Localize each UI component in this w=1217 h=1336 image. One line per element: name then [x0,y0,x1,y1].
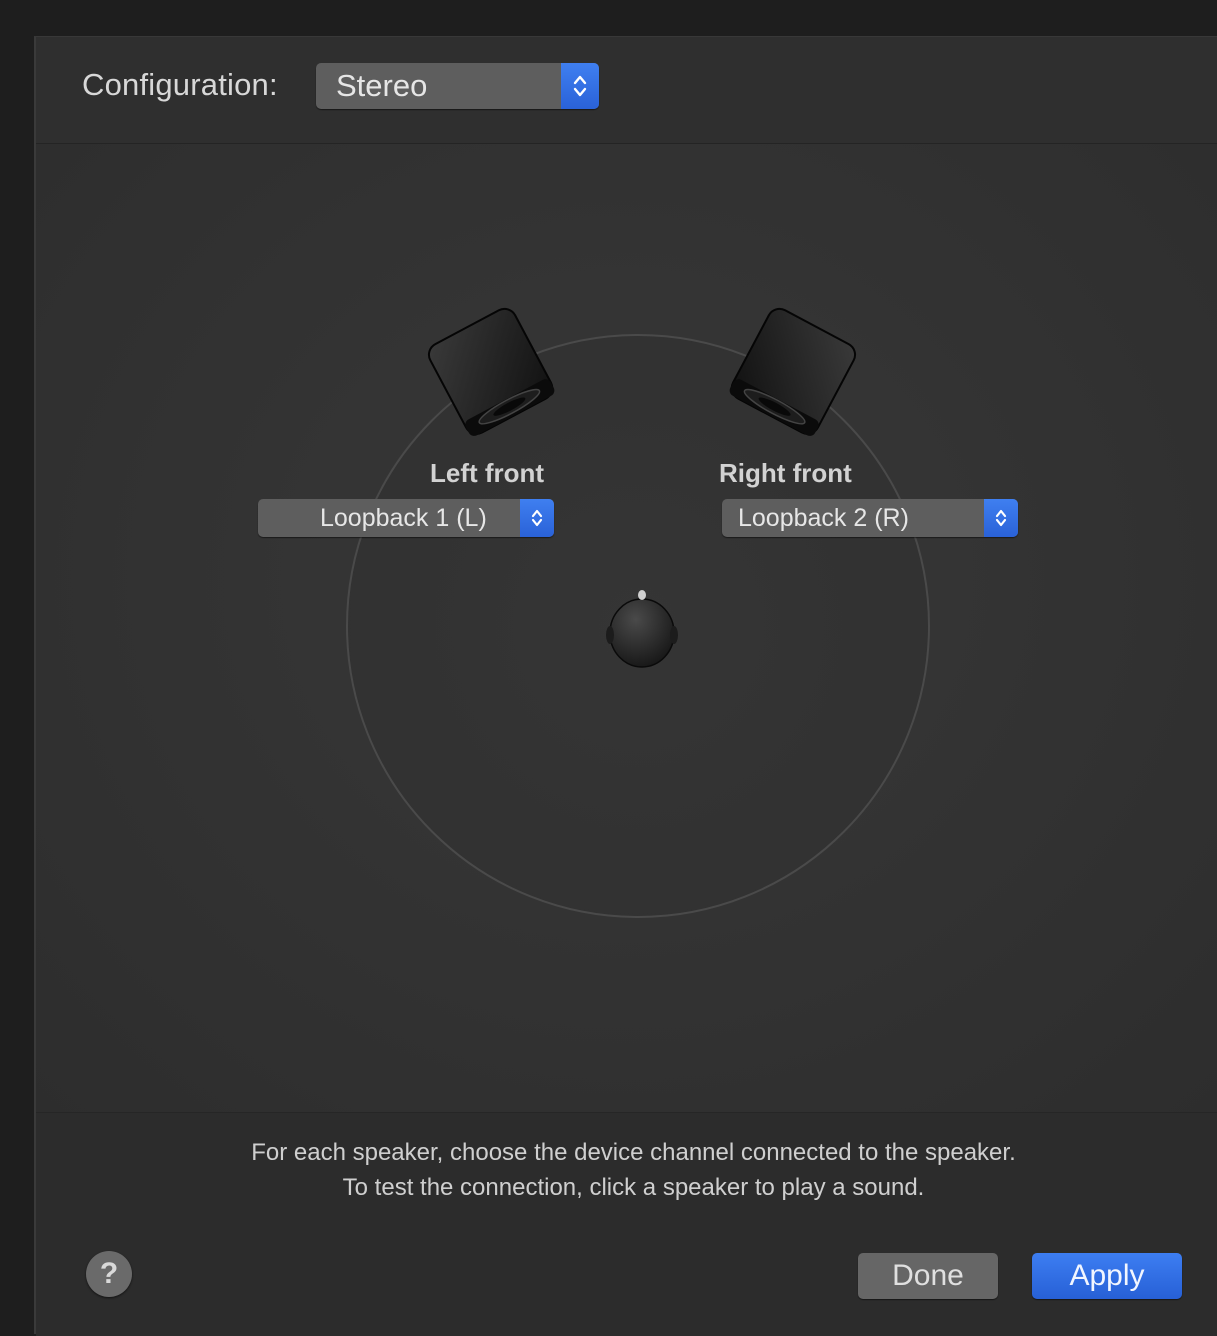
done-button[interactable]: Done [858,1253,998,1299]
left-channel-popup[interactable]: Loopback 1 (L) [258,499,554,537]
left-channel-value: Loopback 1 (L) [320,503,487,532]
speaker-setup-window: Configuration: Stereo Left front Right f… [34,36,1217,1336]
up-down-chevron-icon [520,499,554,537]
footer: For each speaker, choose the device chan… [36,1112,1217,1336]
configuration-label: Configuration: [82,67,278,102]
instructions-line-1: For each speaker, choose the device chan… [251,1139,1016,1166]
right-front-speaker-icon[interactable] [722,299,862,449]
right-channel-value: Loopback 2 (R) [738,503,909,532]
right-front-label: Right front [719,458,852,488]
left-front-label: Left front [430,458,545,488]
up-down-chevron-icon [984,499,1018,537]
left-front-speaker-icon[interactable] [422,299,562,449]
instructions-text: For each speaker, choose the device chan… [36,1135,1217,1205]
configuration-popup[interactable]: Stereo [316,63,599,109]
configuration-value: Stereo [336,68,428,103]
help-button[interactable]: ? [86,1251,132,1297]
up-down-chevron-icon [561,63,599,109]
listener-head-icon [606,581,678,671]
right-channel-popup[interactable]: Loopback 2 (R) [722,499,1018,537]
speaker-layout-area: Left front Right front Loopback 1 (L) Lo… [36,144,1217,1112]
instructions-line-2: To test the connection, click a speaker … [342,1174,925,1201]
configuration-bar: Configuration: Stereo [36,37,1217,144]
apply-button[interactable]: Apply [1032,1253,1182,1299]
